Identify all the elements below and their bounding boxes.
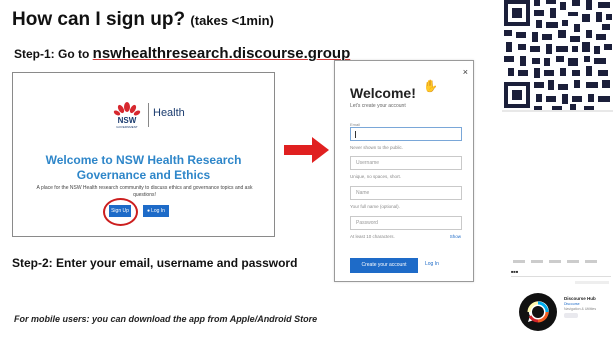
name-help: Your full name (optional). bbox=[350, 204, 400, 209]
app-store-screenshot: ■■■ Discourse Hub Discourse Navigation &… bbox=[509, 258, 613, 341]
login-button-label: Log In bbox=[151, 208, 165, 214]
mobile-app-note: For mobile users: you can download the a… bbox=[14, 314, 318, 324]
page-title: How can I sign up? (takes <1min) bbox=[12, 9, 274, 31]
qr-code-icon bbox=[502, 0, 613, 112]
nsw-logo-text: NSW bbox=[118, 116, 137, 125]
app-developer[interactable]: Discourse bbox=[564, 302, 580, 306]
user-icon: ● bbox=[147, 208, 151, 214]
password-field[interactable]: Password bbox=[350, 216, 462, 230]
login-button[interactable]: ●Log In bbox=[143, 205, 169, 217]
get-app-button[interactable] bbox=[564, 313, 578, 318]
app-store-tab[interactable] bbox=[567, 260, 579, 263]
forum-url-link[interactable]: nswhealthresearch.discourse.group bbox=[93, 45, 351, 62]
landing-welcome-heading: Welcome to NSW Health Research Governanc… bbox=[13, 153, 274, 183]
email-field[interactable] bbox=[350, 127, 462, 141]
modal-login-link[interactable]: Log In bbox=[425, 261, 439, 267]
modal-title: Welcome! bbox=[350, 85, 416, 101]
app-store-tab[interactable] bbox=[549, 260, 561, 263]
modal-subtitle: Let's create your account bbox=[350, 103, 406, 109]
close-icon[interactable]: × bbox=[463, 67, 468, 77]
title-duration: (takes <1min) bbox=[190, 13, 274, 28]
app-category: Navigation & Utilities bbox=[564, 307, 597, 311]
username-help: Unique, no spaces, short. bbox=[350, 174, 402, 179]
username-field[interactable]: Username bbox=[350, 156, 462, 170]
step1-label: Step-1: Go to bbox=[14, 47, 90, 61]
landing-description: A place for the NSW Health research comm… bbox=[36, 185, 253, 198]
signup-modal-screenshot: × Welcome! ✋ Let's create your account E… bbox=[334, 60, 474, 282]
welcome-line-1: Welcome to NSW Health Research bbox=[45, 153, 242, 167]
create-account-button[interactable]: Create your account bbox=[350, 258, 418, 273]
nsw-waratah-logo: NSW GOVERNMENT bbox=[113, 102, 141, 129]
app-store-tab[interactable] bbox=[585, 260, 597, 263]
title-text: How can I sign up? bbox=[12, 9, 186, 30]
health-label: Health bbox=[153, 107, 185, 119]
username-placeholder: Username bbox=[356, 160, 380, 166]
email-help: Never shown to the public. bbox=[350, 145, 404, 150]
password-help: At least 10 characters. bbox=[350, 234, 395, 239]
landing-page-screenshot: NSW GOVERNMENT Health Welcome to NSW Hea… bbox=[12, 72, 275, 237]
welcome-line-2: Governance and Ethics bbox=[76, 168, 211, 182]
wave-hand-icon: ✋ bbox=[423, 79, 438, 93]
discourse-app-icon[interactable] bbox=[518, 292, 558, 332]
password-placeholder: Password bbox=[356, 220, 378, 226]
name-field[interactable]: Name bbox=[350, 186, 462, 200]
name-placeholder: Name bbox=[356, 190, 370, 196]
app-store-tab[interactable] bbox=[531, 260, 543, 263]
step2-instruction: Step-2: Enter your email, username and p… bbox=[12, 256, 298, 270]
text-cursor bbox=[355, 131, 356, 138]
app-name: Discourse Hub bbox=[564, 296, 596, 301]
step1-instruction: Step-1: Go to nswhealthresearch.discours… bbox=[14, 45, 350, 62]
nsw-logo-subtext: GOVERNMENT bbox=[116, 125, 138, 129]
divider bbox=[511, 276, 611, 277]
right-arrow-icon bbox=[284, 137, 329, 163]
logo-divider bbox=[148, 103, 149, 127]
preview-bar bbox=[575, 281, 609, 284]
app-store-tab[interactable] bbox=[513, 260, 525, 263]
app-store-header: ■■■ bbox=[511, 269, 519, 274]
show-password-link[interactable]: Show bbox=[450, 234, 461, 239]
signup-highlight-circle bbox=[103, 198, 138, 226]
